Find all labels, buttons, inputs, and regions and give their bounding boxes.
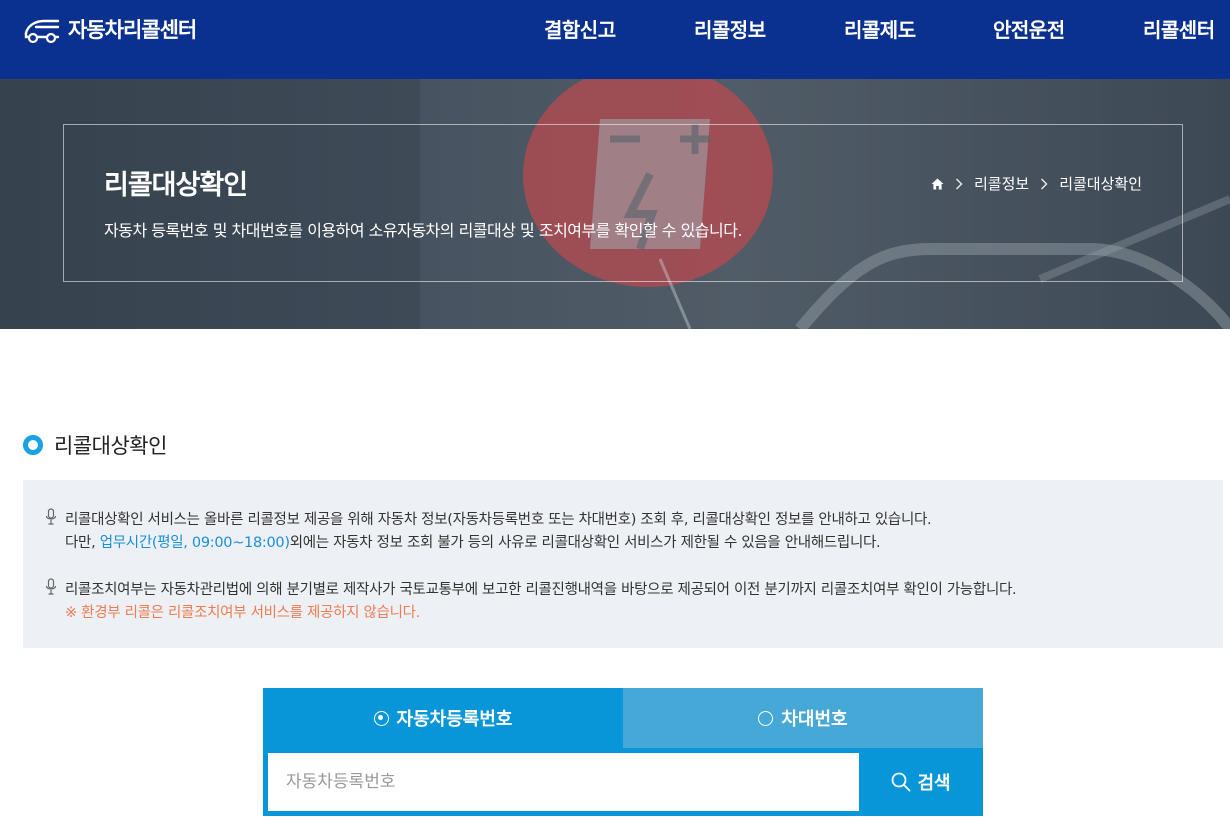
tab-vin-label: 차대번호	[781, 709, 848, 730]
notice-item1-prefix: 다만,	[65, 535, 100, 551]
tab-vin[interactable]: 차대번호	[623, 688, 983, 748]
notice-item2-line1: 리콜조치여부는 자동차관리법에 의해 분기별로 제작사가 국토교통부에 보고한 …	[65, 582, 1017, 598]
breadcrumb: 리콜정보 리콜대상확인	[931, 173, 1142, 194]
chevron-right-icon	[1041, 178, 1048, 189]
section-heading: 리콜대상확인	[23, 430, 167, 460]
nav-recall-system[interactable]: 리콜제도	[844, 14, 916, 43]
nav-safe-driving[interactable]: 안전운전	[993, 14, 1065, 43]
breadcrumb-current[interactable]: 리콜대상확인	[1059, 173, 1142, 194]
notice-item1-line2: 다만, 업무시간(평일, 09:00~18:00)외에는 자동차 정보 조회 불…	[65, 531, 881, 552]
section-title: 리콜대상확인	[54, 434, 167, 458]
page-title: 리콜대상확인	[104, 170, 248, 201]
main-nav: 결함신고 리콜정보 리콜제도 안전운전 리콜센터	[0, 14, 1230, 44]
search-button-label: 검색	[917, 773, 951, 794]
site-header: 자동차리콜센터 결함신고 리콜정보 리콜제도 안전운전 리콜센터	[0, 0, 1230, 79]
nav-defect-report[interactable]: 결함신고	[544, 14, 616, 43]
search-icon	[892, 772, 911, 792]
notice-item1-suffix: 외에는 자동차 정보 조회 불가 등의 사유로 리콜대상확인 서비스가 제한될 …	[289, 535, 881, 551]
business-hours-link[interactable]: 업무시간(평일, 09:00~18:00)	[100, 535, 290, 551]
search-bar: 검색	[263, 748, 983, 816]
nav-recall-center[interactable]: 리콜센터	[1143, 14, 1215, 43]
breadcrumb-recall-info[interactable]: 리콜정보	[974, 173, 1029, 194]
radio-selected-icon	[373, 710, 389, 726]
microphone-icon	[45, 508, 57, 525]
section-bullet-icon	[23, 435, 43, 455]
tab-registration-number-label: 자동차등록번호	[396, 709, 513, 730]
home-icon[interactable]	[931, 178, 944, 190]
notice-item1-line1: 리콜대상확인 서비스는 올바른 리콜정보 제공을 위해 자동차 정보(자동차등록…	[65, 512, 932, 528]
hero-banner: 리콜대상확인 자동차 등록번호 및 차대번호를 이용하여 소유자동차의 리콜대상…	[0, 79, 1230, 329]
nav-recall-info[interactable]: 리콜정보	[694, 14, 766, 43]
tab-registration-number[interactable]: 자동차등록번호	[263, 688, 623, 748]
chevron-right-icon	[955, 178, 963, 189]
notice-box: 리콜대상확인 서비스는 올바른 리콜정보 제공을 위해 자동차 정보(자동차등록…	[23, 480, 1223, 648]
microphone-icon	[45, 578, 57, 595]
recall-search-form: 자동차등록번호 차대번호 검색	[263, 688, 983, 816]
notice-item2-warning: ※ 환경부 리콜은 리콜조치여부 서비스를 제공하지 않습니다.	[65, 605, 420, 621]
search-input[interactable]	[268, 753, 859, 811]
search-button[interactable]: 검색	[859, 753, 983, 811]
radio-unselected-icon	[758, 710, 774, 726]
page-description: 자동차 등록번호 및 차대번호를 이용하여 소유자동차의 리콜대상 및 조치여부…	[104, 221, 743, 240]
hero-box: 리콜대상확인 자동차 등록번호 및 차대번호를 이용하여 소유자동차의 리콜대상…	[63, 124, 1183, 282]
